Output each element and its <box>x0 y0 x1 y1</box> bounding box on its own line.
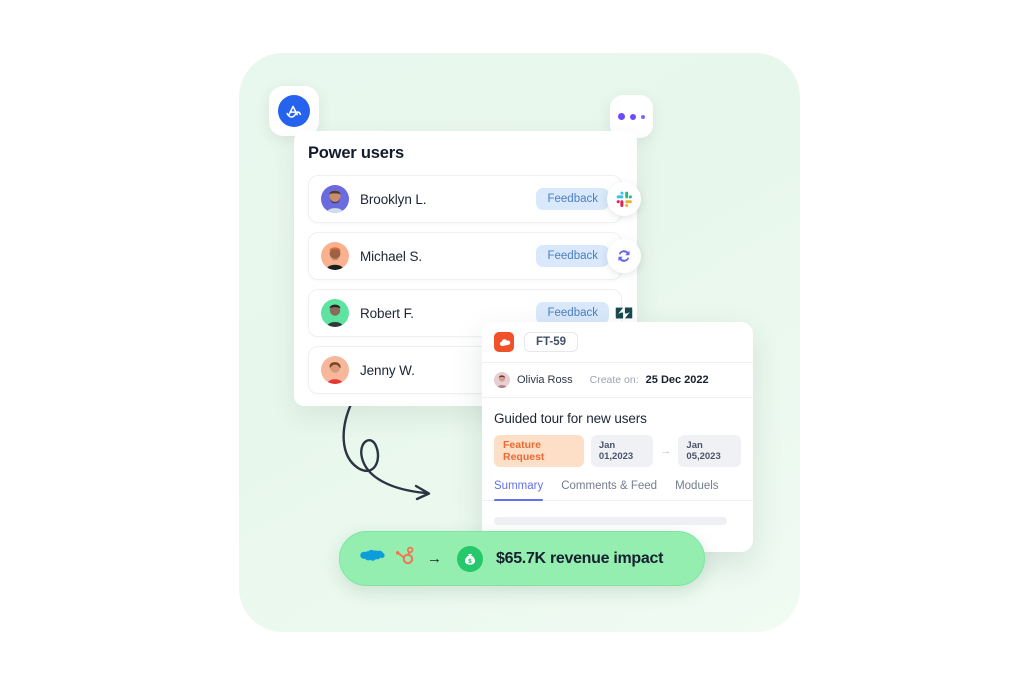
table-row[interactable]: Michael S. Feedback <box>308 232 641 280</box>
tab-moduels[interactable]: Moduels <box>675 480 718 500</box>
tab-comments-feed[interactable]: Comments & Feed <box>561 480 657 500</box>
salesforce-icon <box>359 547 385 571</box>
svg-text:$: $ <box>468 558 472 565</box>
ticket-chips: Feature Request Jan 01,2023 → Jan 05,202… <box>482 426 753 467</box>
table-row[interactable]: Brooklyn L. Feedback <box>308 175 641 223</box>
avatar <box>321 242 349 270</box>
ticket-id-chip[interactable]: FT-59 <box>524 332 579 352</box>
avatar <box>321 356 349 384</box>
end-date-chip[interactable]: Jan 05,2023 <box>678 435 741 467</box>
salesforce-cloud-icon <box>494 332 514 352</box>
analytics-wave-logo-icon <box>278 95 310 127</box>
start-date-chip[interactable]: Jan 01,2023 <box>590 435 654 467</box>
avatar <box>321 299 349 327</box>
author-name: Olivia Ross <box>517 374 573 386</box>
hubspot-icon <box>394 545 416 572</box>
revenue-impact-pill[interactable]: → $ $65.7K revenue impact <box>339 531 705 586</box>
type-chip[interactable]: Feature Request <box>494 435 584 467</box>
hand-drawn-curved-arrow-icon <box>342 400 431 501</box>
user-name: Brooklyn L. <box>360 191 427 207</box>
tab-summary[interactable]: Summary <box>494 480 544 501</box>
page-title: Power users <box>308 144 404 162</box>
ticket-meta: Olivia Ross Create on: 25 Dec 2022 <box>482 363 753 398</box>
revenue-impact-text: $65.7K revenue impact <box>496 549 664 567</box>
olivia-avatar <box>494 372 510 388</box>
money-bag-icon: $ <box>457 545 483 572</box>
arrow-right-icon: → <box>660 445 672 457</box>
user-name: Jenny W. <box>360 362 415 378</box>
more-dot-1 <box>618 113 625 120</box>
status-badge[interactable]: Feedback <box>536 188 609 210</box>
ticket-tabs: Summary Comments & Feed Moduels <box>482 467 753 501</box>
status-badge[interactable]: Feedback <box>536 302 609 324</box>
avatar <box>321 185 349 213</box>
more-dot-2 <box>630 113 636 120</box>
ticket-title: Guided tour for new users <box>494 411 647 426</box>
app-logo-tile[interactable] <box>269 86 319 136</box>
more-dot-3 <box>641 114 645 119</box>
ticket-detail-card: FT-59 Olivia Ross Create on: 25 Dec 2022… <box>482 322 753 552</box>
created-label: Create on: <box>589 374 639 386</box>
slack-icon[interactable] <box>607 182 641 216</box>
user-name: Robert F. <box>360 305 414 321</box>
ticket-header: FT-59 <box>482 322 753 363</box>
sync-refresh-icon[interactable] <box>607 239 641 273</box>
screenshot-root: Power users Brooklyn L. Feedback Michael… <box>0 0 1024 683</box>
created-date: 25 Dec 2022 <box>645 374 709 386</box>
skeleton-line <box>494 517 727 525</box>
arrow-right-icon: → <box>427 550 442 567</box>
user-name: Michael S. <box>360 248 423 264</box>
status-badge[interactable]: Feedback <box>536 245 609 267</box>
